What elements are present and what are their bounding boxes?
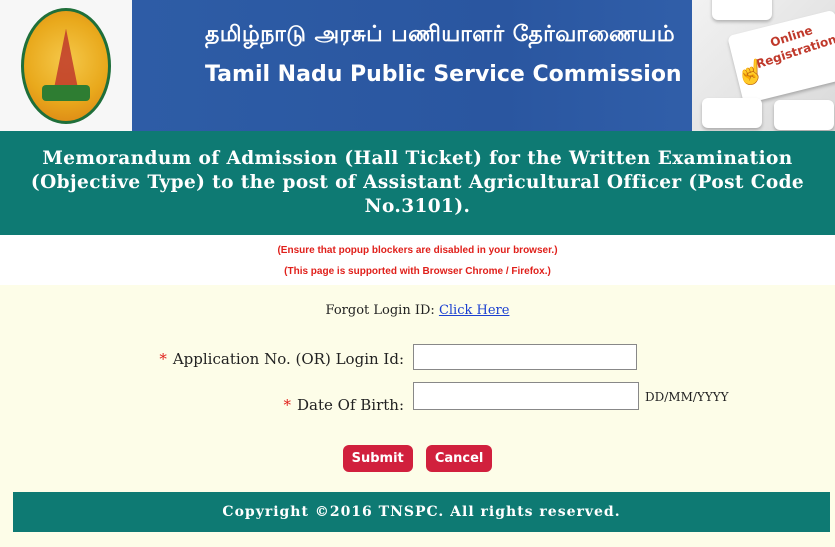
online-registration-image: Online Registration ☝ — [692, 0, 835, 131]
submit-button[interactable]: Submit — [342, 445, 413, 472]
application-no-input[interactable] — [413, 344, 637, 370]
login-form: Forgot Login ID: Click Here * Application… — [0, 285, 835, 547]
form-buttons: Submit Cancel — [0, 445, 835, 472]
exam-title: Memorandum of Admission (Hall Ticket) fo… — [30, 148, 805, 217]
forgot-login-row: Forgot Login ID: Click Here — [0, 303, 835, 318]
forgot-login-link[interactable]: Click Here — [439, 303, 510, 318]
popup-notice: (Ensure that popup blockers are disabled… — [277, 245, 558, 256]
tn-government-emblem — [0, 0, 132, 131]
forgot-login-label: Forgot Login ID: — [325, 303, 435, 318]
dob-input[interactable] — [413, 382, 639, 410]
site-header: தமிழ்நாடு அரசுப் பணியாளர் தேர்வாணையம் Ta… — [0, 0, 835, 131]
emblem-icon — [21, 7, 111, 124]
required-mark: * — [159, 350, 167, 368]
title-english: Tamil Nadu Public Service Commission — [205, 62, 682, 87]
browser-support-notice: (This page is supported with Browser Chr… — [284, 266, 551, 277]
title-tamil: தமிழ்நாடு அரசுப் பணியாளர் தேர்வாணையம் — [205, 22, 676, 47]
dob-format-hint: DD/MM/YYYY — [645, 390, 729, 404]
copyright-footer: Copyright ©2016 TNSPC. All rights reserv… — [13, 492, 830, 532]
browser-notices: (Ensure that popup blockers are disabled… — [0, 235, 835, 285]
header-title: தமிழ்நாடு அரசுப் பணியாளர் தேர்வாணையம் Ta… — [150, 22, 682, 87]
required-mark: * — [283, 396, 292, 414]
cancel-button[interactable]: Cancel — [425, 445, 493, 472]
application-no-label: * Application No. (OR) Login Id: — [159, 350, 404, 368]
dob-label: * Date Of Birth: — [283, 396, 405, 414]
exam-title-banner: Memorandum of Admission (Hall Ticket) fo… — [0, 131, 835, 235]
pointing-hand-icon: ☝ — [736, 58, 766, 86]
